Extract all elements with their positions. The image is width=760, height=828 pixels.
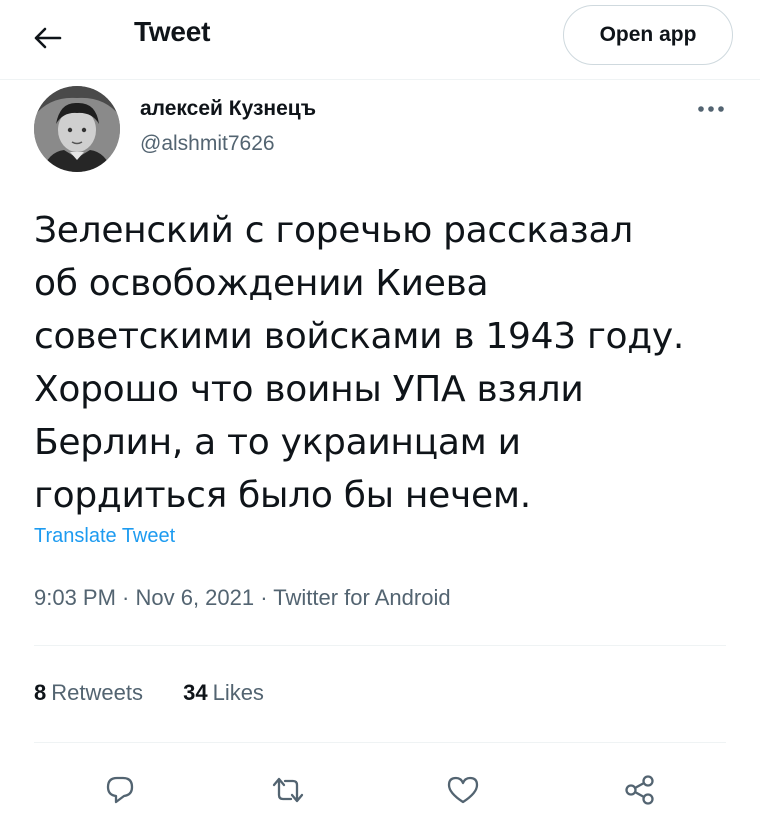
avatar[interactable] [34, 86, 120, 172]
retweet-icon [272, 777, 304, 803]
tweet-timestamp-source[interactable]: 9:03 PM · Nov 6, 2021 · Twitter for Andr… [34, 585, 451, 611]
reply-button[interactable] [98, 770, 142, 810]
divider [34, 742, 726, 743]
like-button[interactable] [441, 770, 485, 810]
retweets-stat[interactable]: 8 Retweets [34, 680, 143, 705]
share-icon [625, 775, 654, 805]
retweets-label: Retweets [51, 680, 143, 705]
retweets-count: 8 [34, 680, 47, 705]
more-icon [698, 106, 724, 112]
more-options-button[interactable] [694, 96, 728, 122]
arrow-left-icon [34, 27, 62, 49]
divider [34, 645, 726, 646]
engagement-stats: 8 Retweets 34 Likes [34, 680, 298, 706]
likes-count: 34 [183, 680, 208, 705]
retweet-button[interactable] [266, 770, 310, 810]
author-display-name[interactable]: алексей Кузнецъ [140, 97, 316, 121]
translate-tweet-link[interactable]: Translate Tweet [34, 525, 175, 548]
tweet-text: Зеленский с горечью рассказал об освобож… [34, 210, 685, 516]
author-handle[interactable]: @alshmit7626 [140, 132, 275, 156]
share-button[interactable] [618, 770, 662, 810]
likes-label: Likes [212, 680, 264, 705]
back-button[interactable] [28, 18, 68, 58]
reply-icon [106, 776, 134, 804]
like-icon [447, 776, 479, 804]
page-title: Tweet [134, 16, 211, 47]
top-bar: Tweet Open app [0, 0, 760, 80]
profile-photo [34, 86, 120, 172]
open-app-button[interactable]: Open app [563, 5, 733, 65]
likes-stat[interactable]: 34 Likes [183, 680, 264, 705]
